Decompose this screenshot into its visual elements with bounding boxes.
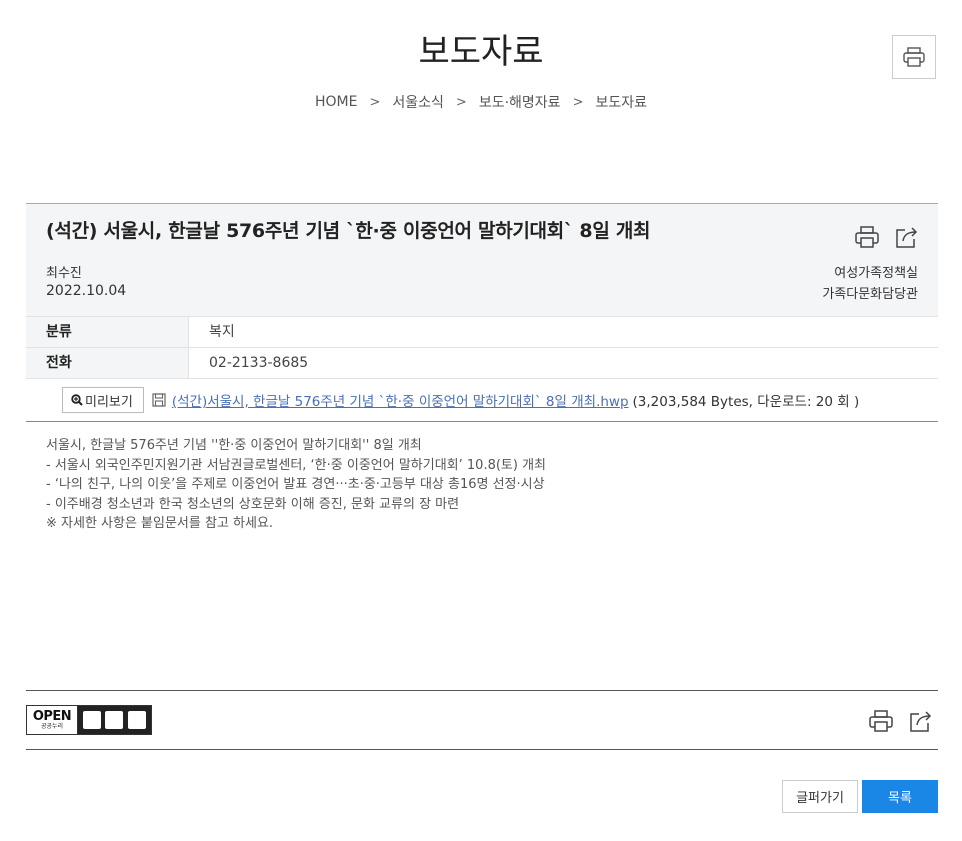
article-share-button[interactable] [894,224,920,250]
floppy-disk-icon [152,393,166,407]
chevron-right-icon: > [369,94,381,110]
printer-icon [855,226,879,248]
preview-button[interactable]: 미리보기 [62,387,144,413]
breadcrumb-seoul-news[interactable]: 서울소식 [392,92,444,112]
share-icon [896,227,918,248]
breadcrumb-press-release[interactable]: 보도자료 [595,92,647,112]
share-icon [910,711,932,732]
breadcrumb: HOME > 서울소식 > 보도·해명자료 > 보도자료 [0,92,962,112]
printer-icon [869,710,893,732]
attribution-icon [83,711,102,729]
article-print-button[interactable] [854,224,880,250]
article-body: 서울시, 한글날 576주년 기념 ''한·중 이중언어 말하기대회'' 8일 … [26,422,938,548]
body-line: 서울시, 한글날 576주년 기념 ''한·중 이중언어 말하기대회'' 8일 … [46,438,422,453]
field-label: 전화 [26,348,189,378]
chevron-right-icon: > [572,94,584,110]
field-value: 복지 [209,324,235,340]
footer-share-button[interactable] [908,708,934,734]
license-sub-text: 공공누리 [40,722,64,730]
breadcrumb-home[interactable]: HOME [315,94,357,110]
body-line: - 이주배경 청소년과 한국 청소년의 상호문화 이해 증진, 문화 교류의 장… [46,496,460,512]
no-derivatives-icon [127,711,146,729]
footer-print-button[interactable] [868,708,894,734]
printer-icon [903,47,925,67]
article-subdepartment: 가족다문화담당관 [822,287,918,302]
attachment-file-meta: (3,203,584 Bytes, 다운로드: 20 회 ) [632,394,860,410]
noncommercial-icon [105,711,124,729]
scrap-button[interactable]: 글퍼가기 [782,780,858,813]
license-badge-text: OPEN [32,708,72,724]
print-button[interactable] [892,35,936,79]
attachment-file-link[interactable]: (석간)서울시, 한글날 576주년 기념 `한·중 이중언어 말하기대회` 8… [172,390,629,410]
page-title: 보도자료 [418,32,544,72]
divider [26,690,938,691]
divider [26,749,938,750]
magnifier-plus-icon [71,394,83,406]
article: (석간) 서울시, 한글날 576주년 기념 `한·중 이중언어 말하기대회` … [26,203,938,548]
kogl-open-license-badge: OPEN 공공누리 [26,705,152,735]
field-value: 02-2133-8685 [209,355,309,371]
body-line: - ‘나의 친구, 나의 이웃’을 주제로 이중언어 발표 경연···초·중·고… [46,477,545,492]
list-button[interactable]: 목록 [862,780,938,813]
chevron-right-icon: > [455,94,467,110]
article-title: (석간) 서울시, 한글날 576주년 기념 `한·중 이중언어 말하기대회` … [46,220,651,242]
field-label: 분류 [26,317,189,347]
breadcrumb-press-clarification[interactable]: 보도·해명자료 [479,92,561,112]
preview-button-label: 미리보기 [85,394,133,410]
article-date: 2022.10.04 [46,283,127,299]
attachment-row: 미리보기 (석간)서울시, 한글날 576주년 기념 `한·중 이중언어 말하기… [26,379,938,422]
article-author: 최수진 [46,266,82,281]
field-row-phone: 전화 02-2133-8685 [26,348,938,379]
field-row-category: 분류 복지 [26,317,938,348]
body-line: - 서울시 외국인주민지원기관 서남권글로벌센터, ‘한·중 이중언어 말하기대… [46,457,547,473]
body-line: ※ 자세한 사항은 붙임문서를 참고 하세요. [46,516,274,531]
article-department: 여성가족정책실 [834,266,918,281]
article-header: (석간) 서울시, 한글날 576주년 기념 `한·중 이중언어 말하기대회` … [26,204,938,317]
